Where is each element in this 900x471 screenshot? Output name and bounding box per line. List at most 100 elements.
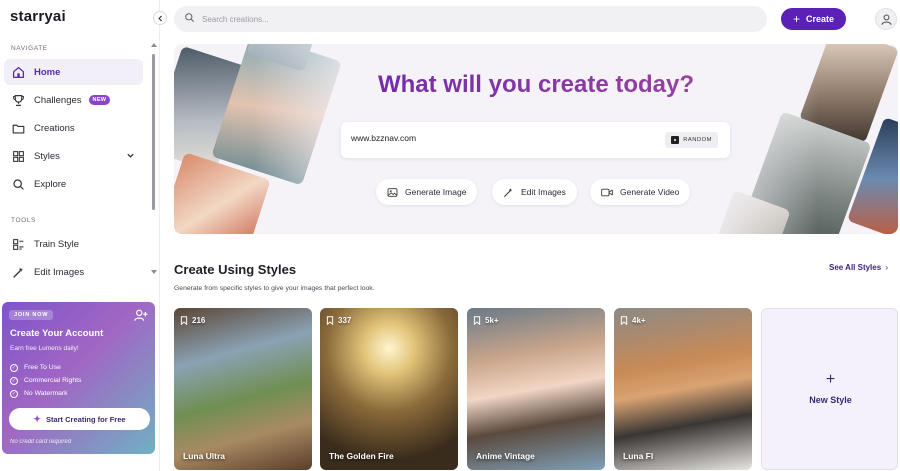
- perk-label: Commercial Rights: [24, 377, 82, 384]
- search-bar[interactable]: [174, 6, 767, 32]
- sidebar-item-label: Styles: [34, 150, 60, 162]
- random-button[interactable]: RANDOM: [665, 132, 718, 148]
- action-label: Generate Video: [620, 187, 680, 197]
- create-button[interactable]: + Create: [781, 8, 846, 30]
- search-icon: [11, 177, 25, 191]
- promo-perks-list: ✓ Free To Use ✓ Commercial Rights ✓ No Wate…: [10, 361, 81, 400]
- scroll-up-arrow-icon[interactable]: [151, 43, 157, 47]
- bookmark-icon: [473, 316, 481, 325]
- sidebar-item-styles[interactable]: Styles: [4, 143, 143, 169]
- sidebar-item-home[interactable]: Home: [4, 59, 143, 85]
- style-name: The Golden Fire: [329, 451, 394, 461]
- app-logo[interactable]: starryai: [10, 8, 66, 25]
- user-avatar[interactable]: [875, 8, 897, 30]
- sidebar-item-creations[interactable]: Creations: [4, 115, 143, 141]
- bookmark-count: 5k+: [473, 316, 499, 325]
- plus-icon: +: [792, 12, 800, 26]
- count-label: 4k+: [632, 316, 646, 325]
- bookmark-count: 4k+: [620, 316, 646, 325]
- new-badge: NEW: [88, 95, 111, 105]
- sidebar-item-label: Edit Images: [34, 266, 85, 278]
- generate-image-button[interactable]: Generate Image: [376, 179, 478, 205]
- bookmark-count: 216: [180, 316, 205, 325]
- sidebar-item-explore[interactable]: Explore: [4, 171, 143, 197]
- perk-item: ✓ No Watermark: [10, 387, 81, 400]
- image-icon: [387, 187, 398, 198]
- count-label: 216: [192, 316, 206, 325]
- sidebar-item-label: Explore: [34, 178, 67, 190]
- signup-promo-card: JOIN NOW Create Your Account Earn free L…: [2, 302, 155, 454]
- user-plus-icon: [134, 309, 148, 327]
- navigate-section-label: NAVIGATE: [11, 45, 48, 52]
- perk-label: No Watermark: [24, 390, 68, 397]
- action-label: Generate Image: [405, 187, 467, 197]
- sidebar-item-label: Train Style: [34, 238, 80, 250]
- check-icon: ✓: [10, 376, 18, 385]
- bookmark-icon: [620, 316, 628, 325]
- search-input[interactable]: [202, 14, 742, 24]
- style-card-luna-flash[interactable]: 4k+ Luna Fl: [614, 308, 752, 470]
- video-icon: [601, 187, 613, 198]
- wand-icon: [11, 265, 25, 279]
- sidebar-item-label: Challenges: [34, 94, 82, 106]
- random-label: RANDOM: [683, 137, 712, 143]
- perk-item: ✓ Commercial Rights: [10, 374, 81, 387]
- create-label: Create: [806, 14, 835, 24]
- plus-icon: +: [825, 371, 836, 388]
- styles-section-title: Create Using Styles: [174, 262, 297, 277]
- wand-icon: [503, 187, 514, 198]
- styles-icon: [11, 149, 25, 163]
- no-credit-card-note: No credit card required: [10, 439, 72, 445]
- search-icon: [184, 10, 195, 28]
- styles-section-subtitle: Generate from specific styles to give yo…: [174, 285, 375, 292]
- promo-title: Create Your Account: [10, 328, 104, 339]
- prompt-input[interactable]: [351, 133, 651, 143]
- bookmark-icon: [326, 316, 334, 325]
- folder-icon: [11, 121, 25, 135]
- perk-item: ✓ Free To Use: [10, 361, 81, 374]
- scroll-thumb[interactable]: [152, 54, 155, 210]
- sidebar: starryai NAVIGATE Home Challenges NEW Cr…: [0, 0, 160, 471]
- count-label: 5k+: [485, 316, 499, 325]
- check-icon: ✓: [10, 389, 18, 398]
- bookmark-icon: [180, 316, 188, 325]
- style-card-luna-ultra[interactable]: 216 Luna Ultra: [174, 308, 312, 470]
- tools-section-label: TOOLS: [11, 217, 36, 224]
- train-icon: [11, 237, 25, 251]
- scroll-down-arrow-icon[interactable]: [151, 270, 157, 274]
- sidebar-item-label: Home: [34, 66, 61, 78]
- collapse-sidebar-button[interactable]: [153, 11, 167, 25]
- see-all-styles-link[interactable]: See All Styles ›: [829, 263, 888, 272]
- sparkle-icon: ✦: [33, 413, 41, 424]
- sidebar-item-train-style[interactable]: Train Style: [4, 231, 143, 257]
- count-label: 337: [338, 316, 352, 325]
- new-style-card[interactable]: + New Style: [761, 308, 898, 470]
- bookmark-count: 337: [326, 316, 351, 325]
- chevron-right-icon: ›: [885, 263, 889, 272]
- style-name: Luna Ultra: [183, 451, 226, 461]
- style-name: Luna Fl: [623, 451, 654, 461]
- cta-label: Start Creating for Free: [45, 414, 126, 424]
- style-name: Anime Vintage: [476, 451, 535, 461]
- see-all-label: See All Styles: [829, 263, 882, 272]
- prompt-box: RANDOM: [341, 122, 730, 158]
- style-card-anime-vintage[interactable]: 5k+ Anime Vintage: [467, 308, 605, 470]
- sidebar-item-challenges[interactable]: Challenges NEW: [4, 87, 143, 113]
- trophy-icon: [11, 93, 25, 107]
- style-card-the-golden-fire[interactable]: 337 The Golden Fire: [320, 308, 458, 470]
- hero-title: What will you create today?: [174, 71, 898, 99]
- dice-icon: [671, 136, 680, 144]
- promo-subtitle: Earn free Lumens daily!: [10, 345, 79, 352]
- chevron-down-icon[interactable]: [126, 151, 135, 163]
- chevron-left-icon: [157, 15, 162, 21]
- sidebar-item-edit-images[interactable]: Edit Images: [4, 259, 143, 285]
- hero-banner: What will you create today? RANDOM Gener…: [174, 44, 898, 234]
- user-icon: [881, 14, 891, 25]
- sidebar-scrollbar[interactable]: [151, 40, 157, 280]
- generate-video-button[interactable]: Generate Video: [590, 179, 691, 205]
- sidebar-item-label: Creations: [34, 122, 75, 134]
- perk-label: Free To Use: [24, 364, 61, 371]
- edit-images-button[interactable]: Edit Images: [492, 179, 577, 205]
- new-style-label: New Style: [809, 395, 852, 405]
- start-creating-button[interactable]: ✦ Start Creating for Free: [9, 408, 150, 430]
